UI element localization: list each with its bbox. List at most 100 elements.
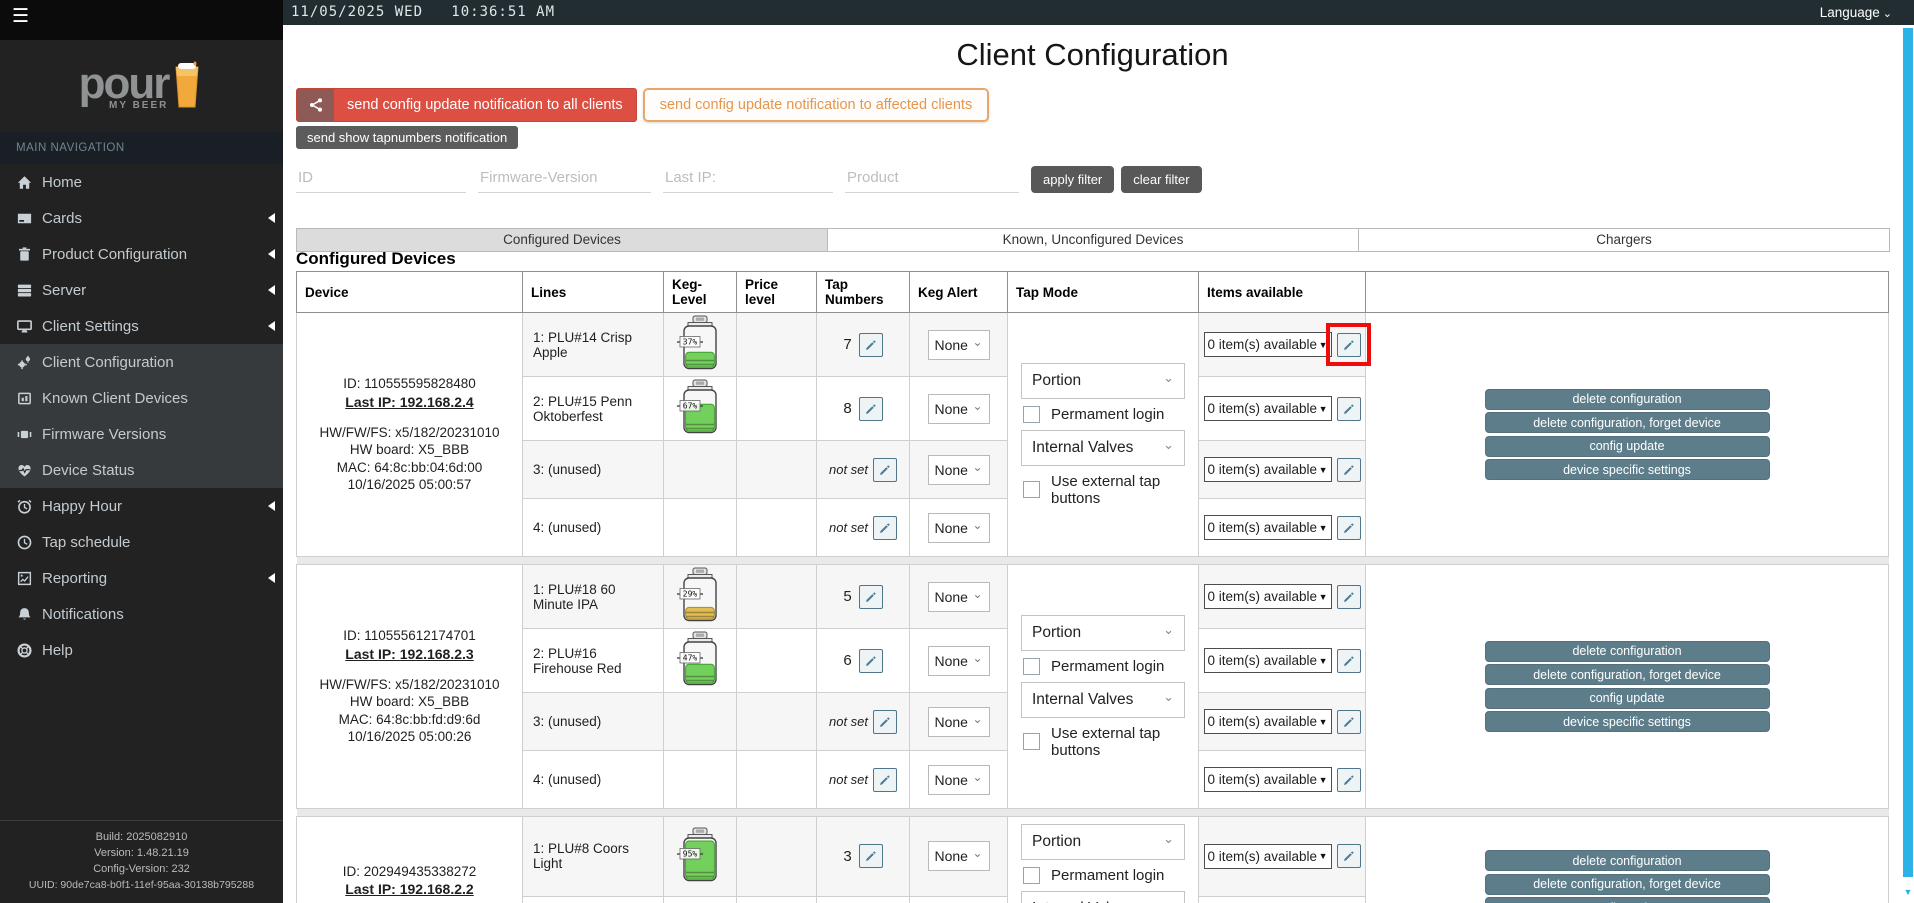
tap-number-cell: not set: [816, 440, 910, 499]
keg-alert-select[interactable]: None ⌄: [927, 645, 990, 676]
language-menu[interactable]: Language ⌄: [1820, 0, 1892, 27]
filter-firmware-input[interactable]: [478, 165, 651, 193]
permanent-login-checkbox[interactable]: Permament login: [1023, 657, 1185, 675]
tab-chargers[interactable]: Chargers: [1359, 228, 1890, 252]
vertical-scrollbar[interactable]: ▼: [1902, 25, 1914, 903]
items-available-select[interactable]: 0 item(s) available ▼: [1203, 332, 1332, 357]
device-specific-settings-button[interactable]: device specific settings: [1484, 459, 1770, 481]
sidebar-item-known-client-devices[interactable]: Known Client Devices: [0, 380, 283, 416]
edit-tap-number-button[interactable]: [873, 457, 898, 482]
clear-filter-button[interactable]: clear filter: [1121, 166, 1202, 193]
delete-configuration-forget-device-button[interactable]: delete configuration, forget device: [1484, 664, 1770, 686]
delete-configuration-forget-device-button[interactable]: delete configuration, forget device: [1484, 873, 1770, 895]
items-available-select[interactable]: 0 item(s) available ▼: [1203, 843, 1332, 869]
edit-items-button[interactable]: [1336, 767, 1361, 792]
edit-items-button[interactable]: [1336, 332, 1361, 357]
delete-configuration-button[interactable]: delete configuration: [1484, 388, 1770, 410]
external-tap-buttons-checkbox[interactable]: Use external tap buttons: [1023, 725, 1185, 759]
checkbox-unchecked[interactable]: [1023, 733, 1040, 750]
scrollbar-down-arrow[interactable]: ▼: [1902, 887, 1914, 897]
keg-alert-select[interactable]: None ⌄: [927, 764, 990, 795]
send-config-update-all-button[interactable]: send config update notification to all c…: [296, 88, 637, 122]
edit-items-button[interactable]: [1336, 515, 1361, 540]
external-tap-buttons-checkbox[interactable]: Use external tap buttons: [1023, 473, 1185, 507]
config-update-button[interactable]: config update: [1484, 435, 1770, 457]
filter-product-input[interactable]: [845, 165, 1019, 193]
edit-tap-number-button[interactable]: [858, 844, 883, 869]
keg-alert-select[interactable]: None ⌄: [927, 454, 990, 485]
config-update-button[interactable]: config update: [1484, 897, 1770, 903]
edit-items-button[interactable]: [1336, 396, 1361, 421]
delete-configuration-button[interactable]: delete configuration: [1484, 850, 1770, 872]
sidebar-item-help[interactable]: Help: [0, 632, 283, 668]
sidebar-item-home[interactable]: Home: [0, 164, 283, 200]
pour-mode-select[interactable]: Portion ⌄: [1021, 824, 1185, 860]
edit-tap-number-button[interactable]: [873, 767, 898, 792]
keg-alert-select[interactable]: None ⌄: [927, 841, 990, 872]
permanent-login-checkbox[interactable]: Permament login: [1023, 867, 1185, 884]
edit-items-button[interactable]: [1336, 457, 1361, 482]
top-bar: 11/05/2025 WED 10:36:51 AM Language ⌄: [283, 0, 1914, 25]
edit-items-button[interactable]: [1336, 648, 1361, 673]
apply-filter-button[interactable]: apply filter: [1031, 166, 1115, 193]
config-update-button[interactable]: config update: [1484, 687, 1770, 709]
checkbox-unchecked[interactable]: [1023, 867, 1040, 884]
keg-alert-select[interactable]: None ⌄: [927, 581, 990, 612]
sidebar-item-tap-schedule[interactable]: Tap schedule: [0, 524, 283, 560]
scrollbar-thumb[interactable]: [1903, 28, 1913, 877]
valves-select[interactable]: Internal Valves⌄: [1021, 429, 1185, 466]
items-available-select[interactable]: 0 item(s) available ▼: [1203, 396, 1332, 421]
edit-tap-number-button[interactable]: [858, 648, 883, 673]
checkbox-unchecked[interactable]: [1023, 405, 1040, 423]
items-available-select[interactable]: 0 item(s) available ▼: [1203, 767, 1332, 792]
filter-lastip-input[interactable]: [663, 165, 833, 193]
checkbox-unchecked[interactable]: [1023, 481, 1040, 498]
sidebar-item-client-settings[interactable]: Client Settings: [0, 308, 283, 344]
send-show-tapnumbers-button[interactable]: send show tapnumbers notification: [296, 126, 519, 149]
items-available-select[interactable]: 0 item(s) available ▼: [1203, 709, 1332, 734]
device-specific-settings-button[interactable]: device specific settings: [1484, 711, 1770, 733]
delete-configuration-button[interactable]: delete configuration: [1484, 640, 1770, 662]
edit-tap-number-button[interactable]: [873, 709, 898, 734]
keg-alert-select[interactable]: None ⌄: [927, 393, 990, 424]
sidebar-item-product-configuration[interactable]: Product Configuration: [0, 236, 283, 272]
edit-items-button[interactable]: [1336, 844, 1361, 869]
sidebar-item-happy-hour[interactable]: Happy Hour: [0, 488, 283, 524]
sidebar-item-reporting[interactable]: Reporting: [0, 560, 283, 596]
tab-known-unconfigured-devices[interactable]: Known, Unconfigured Devices: [828, 228, 1359, 252]
edit-tap-number-button[interactable]: [873, 515, 898, 540]
send-config-update-affected-button[interactable]: send config update notification to affec…: [642, 88, 990, 122]
sidebar-item-notifications[interactable]: Notifications: [0, 596, 283, 632]
items-available-select[interactable]: 0 item(s) available ▼: [1203, 648, 1332, 673]
sidebar-item-firmware-versions[interactable]: Firmware Versions: [0, 416, 283, 452]
hamburger-menu-icon[interactable]: ☰: [12, 5, 29, 28]
items-available-value: 0 item(s) available: [1207, 589, 1318, 604]
valves-select[interactable]: Internal Valves⌄: [1021, 891, 1185, 903]
items-available-select[interactable]: 0 item(s) available ▼: [1203, 584, 1332, 609]
keg-alert-select[interactable]: None ⌄: [927, 329, 990, 360]
delete-configuration-forget-device-button[interactable]: delete configuration, forget device: [1484, 412, 1770, 434]
keg-alert-select[interactable]: None ⌄: [927, 512, 990, 543]
edit-tap-number-button[interactable]: [858, 584, 883, 609]
edit-tap-number-button[interactable]: [858, 396, 883, 421]
sidebar-item-device-status[interactable]: Device Status: [0, 452, 283, 488]
permanent-login-checkbox[interactable]: Permament login: [1023, 405, 1185, 423]
price-level-cell: [736, 564, 817, 629]
pour-mode-select[interactable]: Portion ⌄: [1021, 614, 1185, 651]
keg-alert-select[interactable]: None ⌄: [927, 706, 990, 737]
items-available-select[interactable]: 0 item(s) available ▼: [1203, 515, 1332, 540]
sidebar-item-server[interactable]: Server: [0, 272, 283, 308]
valves-select[interactable]: Internal Valves⌄: [1021, 681, 1185, 718]
filter-id-input[interactable]: [296, 165, 466, 193]
sidebar-item-cards[interactable]: Cards: [0, 200, 283, 236]
items-available-select[interactable]: 0 item(s) available ▼: [1203, 457, 1332, 482]
checkbox-unchecked[interactable]: [1023, 657, 1040, 675]
keg-level-cell: 29%: [663, 895, 737, 903]
sidebar-footer: Build: 2025082910 Version: 1.48.21.19 Co…: [0, 819, 283, 893]
sidebar-item-client-configuration[interactable]: Client Configuration: [0, 344, 283, 380]
edit-items-button[interactable]: [1336, 709, 1361, 734]
pencil-icon: [1343, 464, 1354, 475]
edit-tap-number-button[interactable]: [858, 332, 883, 357]
edit-items-button[interactable]: [1336, 584, 1361, 609]
pour-mode-select[interactable]: Portion ⌄: [1021, 362, 1185, 399]
